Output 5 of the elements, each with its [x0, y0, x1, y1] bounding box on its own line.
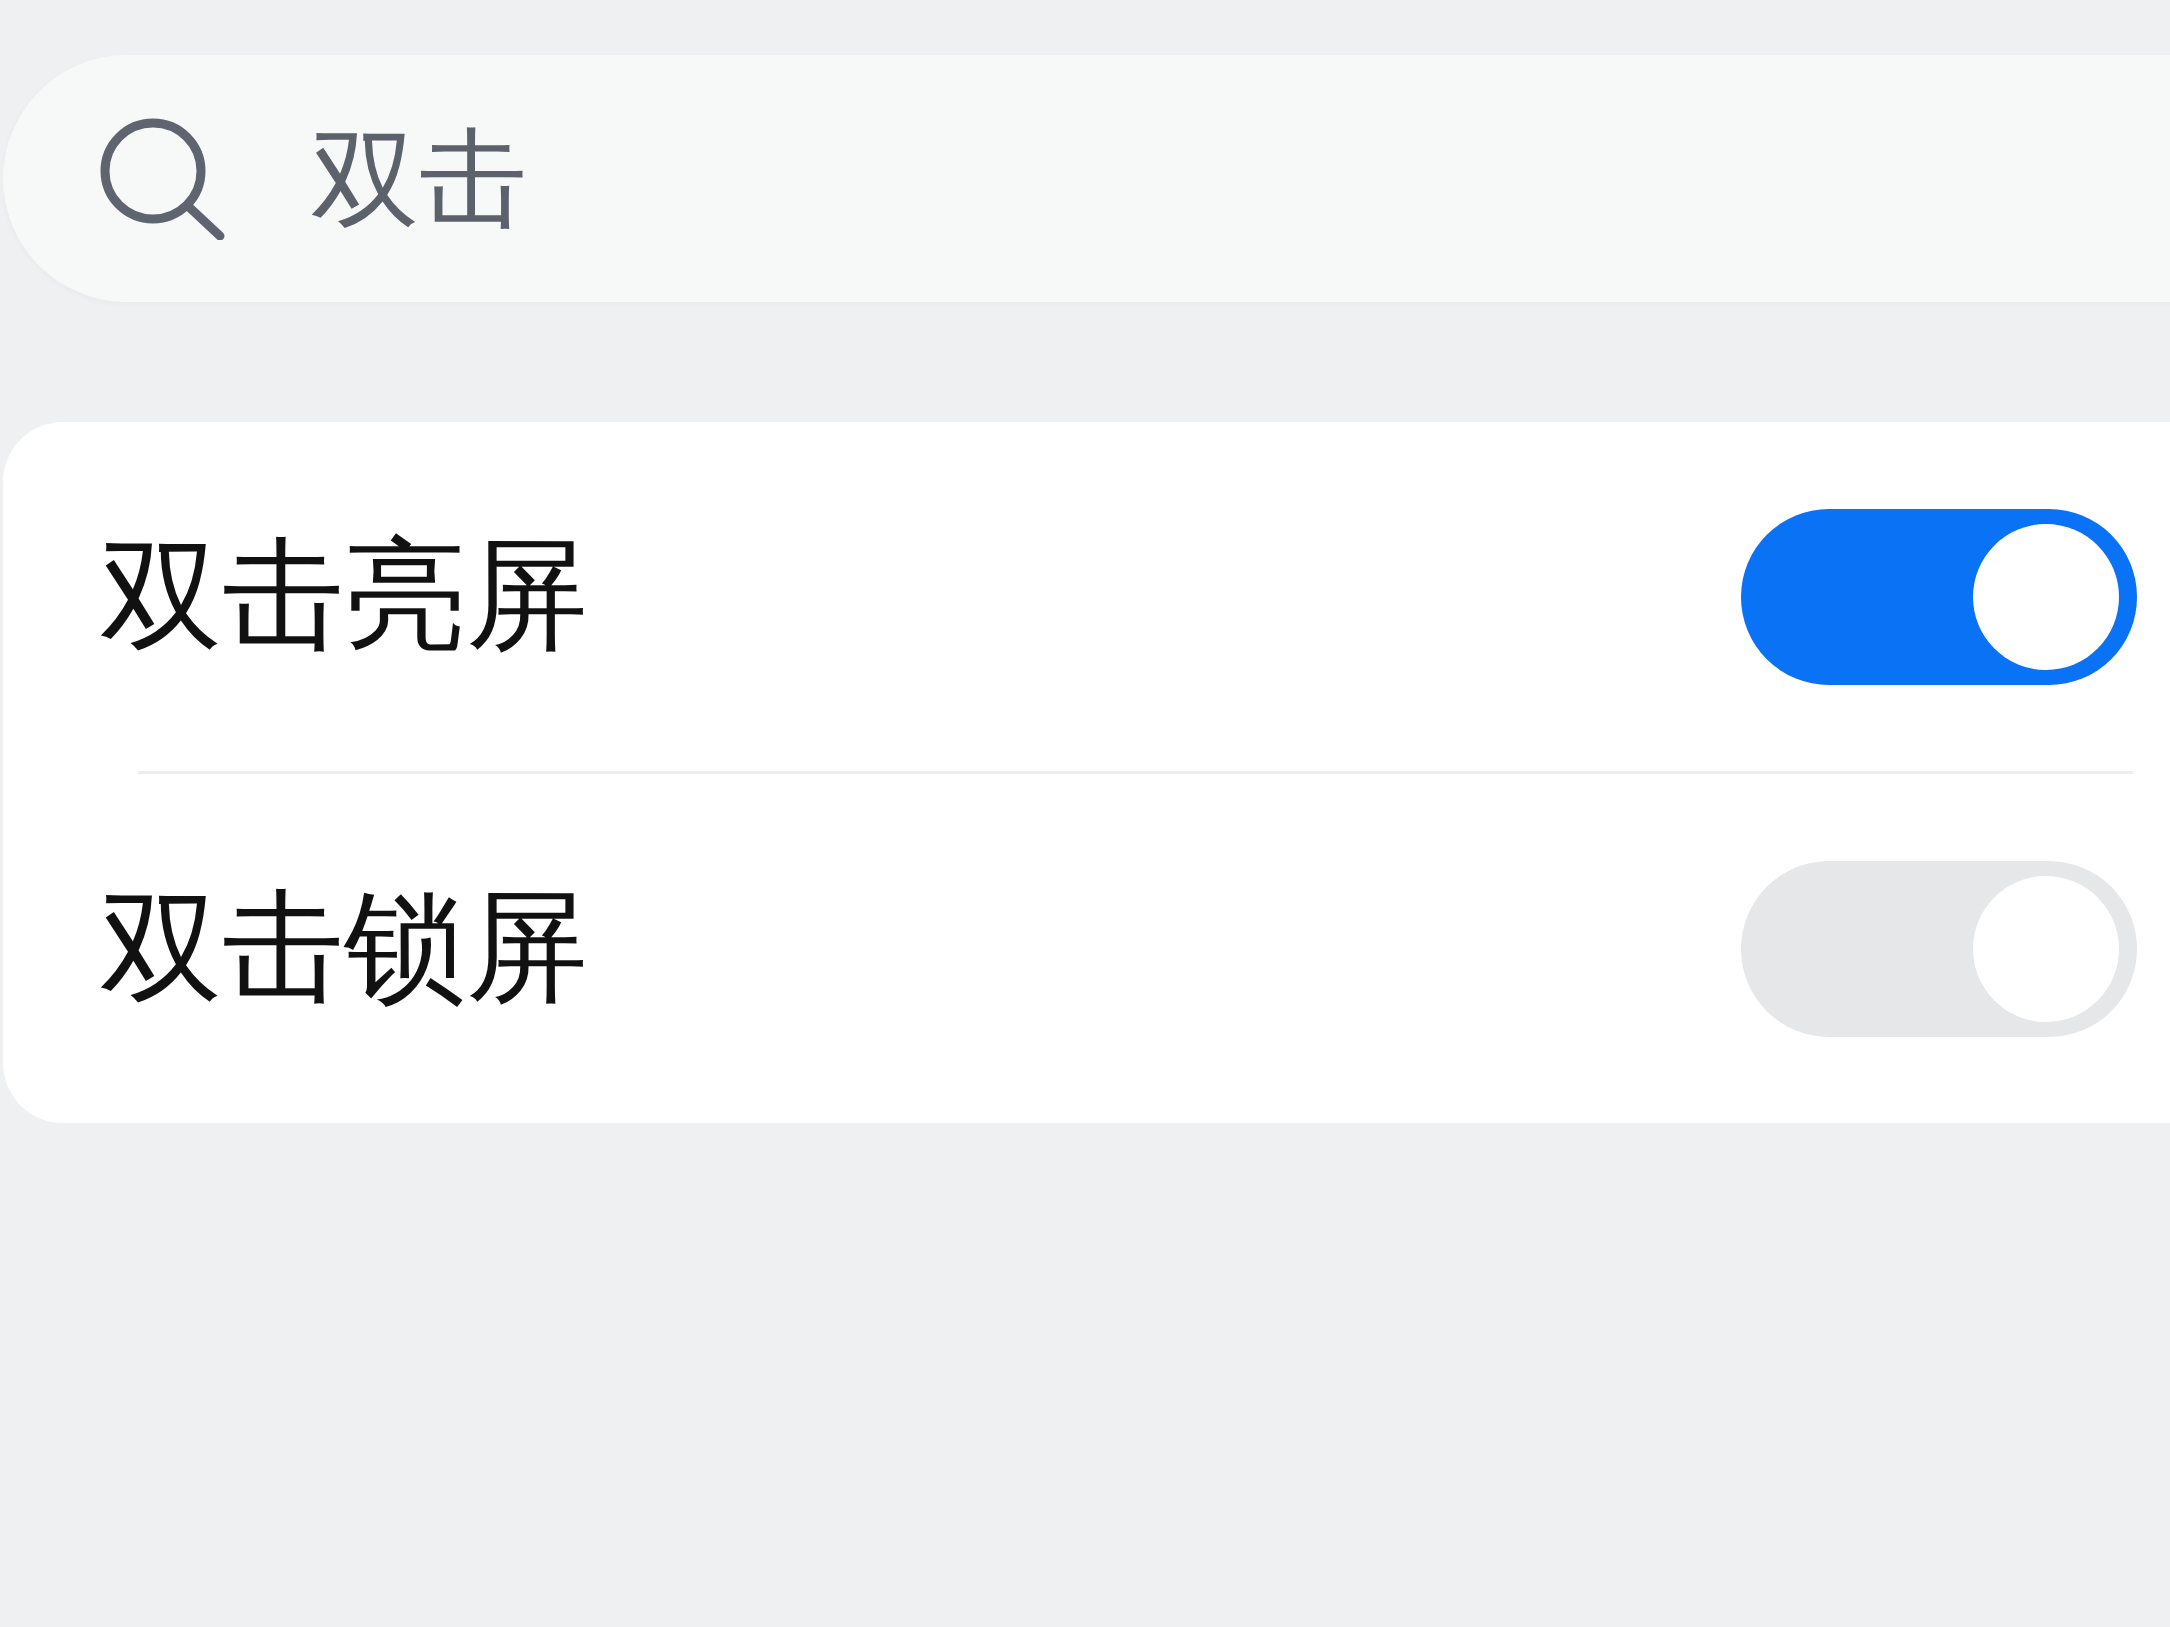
setting-label: 双击亮屏: [100, 522, 588, 668]
search-icon: [100, 117, 226, 240]
search-query: 双击: [311, 114, 527, 243]
search-field[interactable]: 双击: [3, 55, 2170, 302]
setting-label: 双击锁屏: [100, 874, 588, 1020]
